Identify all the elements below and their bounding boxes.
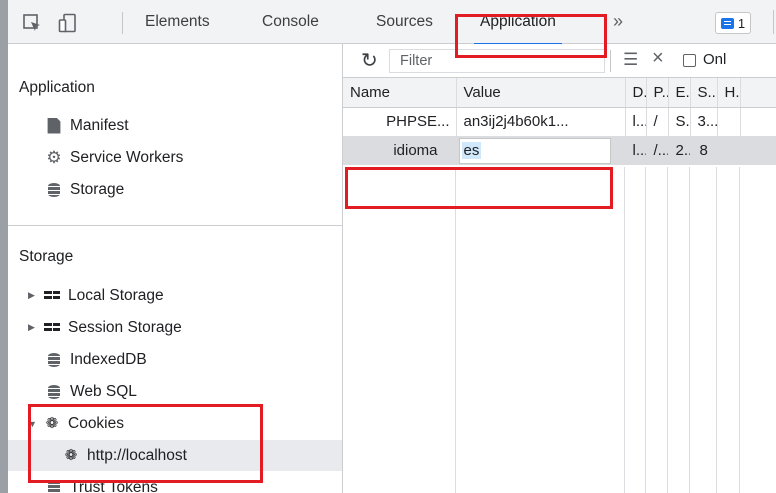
column-header-domain[interactable]: D. bbox=[625, 78, 647, 108]
cell-name[interactable]: PHPSE... bbox=[343, 107, 457, 136]
database-icon bbox=[46, 480, 62, 493]
cookies-toolbar: ↻ ☰ × Onl bbox=[343, 44, 776, 78]
sidebar-item-storage[interactable]: Storage bbox=[8, 174, 342, 205]
database-icon bbox=[46, 384, 62, 400]
database-icon bbox=[46, 352, 62, 368]
sidebar-section-application: Application bbox=[19, 79, 95, 96]
column-header-extra bbox=[740, 78, 776, 108]
window-edge bbox=[0, 0, 8, 493]
cell-expires[interactable]: S... bbox=[668, 107, 691, 136]
sidebar-item-cookies[interactable]: ▼ ❁ Cookies bbox=[8, 408, 342, 439]
cell-extra bbox=[740, 136, 776, 165]
cell-size[interactable]: 3... bbox=[690, 107, 718, 136]
cell-expires[interactable]: 2... bbox=[668, 136, 691, 165]
cell-extra bbox=[740, 107, 776, 136]
sidebar-item-session-storage[interactable]: ▶ Session Storage bbox=[8, 312, 342, 343]
table-row[interactable]: PHPSE... an3ij2j4b60k1... l... / S... 3.… bbox=[343, 107, 776, 136]
filter-input[interactable] bbox=[389, 49, 605, 73]
sidebar-item-label: Trust Tokens bbox=[70, 478, 158, 493]
issues-counter-button[interactable]: 1 bbox=[715, 12, 751, 34]
cell-size[interactable]: 8 bbox=[690, 136, 718, 165]
sidebar-item-label: http://localhost bbox=[87, 446, 187, 464]
document-icon bbox=[47, 117, 61, 134]
cell-path[interactable]: /... bbox=[646, 136, 669, 165]
sidebar-item-service-workers[interactable]: ⚙ Service Workers bbox=[8, 142, 342, 173]
column-header-httponly[interactable]: H. bbox=[717, 78, 741, 108]
grid-icon bbox=[44, 288, 60, 304]
delete-selected-icon[interactable]: × bbox=[652, 47, 664, 70]
clear-all-icon[interactable]: ☰ bbox=[623, 50, 638, 70]
sidebar-item-label: IndexedDB bbox=[70, 350, 147, 368]
cell-value-input[interactable]: es bbox=[459, 138, 610, 163]
sidebar-item-label: Cookies bbox=[68, 414, 124, 432]
cell-value[interactable]: an3ij2j4b60k1... bbox=[456, 107, 626, 136]
grid-icon bbox=[44, 320, 60, 336]
toolbar-separator bbox=[773, 10, 774, 34]
devtools-tab-bar: Elements Console Sources Application » 1 bbox=[8, 0, 776, 45]
cell-domain[interactable]: l... bbox=[625, 136, 647, 165]
device-toolbar-icon[interactable] bbox=[58, 13, 78, 33]
tab-elements[interactable]: Elements bbox=[145, 0, 210, 44]
sidebar-item-manifest[interactable]: Manifest bbox=[8, 110, 342, 141]
column-header-name[interactable]: Name bbox=[343, 78, 457, 108]
sidebar-divider bbox=[8, 225, 342, 226]
inspect-element-icon[interactable] bbox=[22, 13, 42, 33]
sidebar-item-web-sql[interactable]: Web SQL bbox=[8, 376, 342, 407]
column-header-expires[interactable]: E. bbox=[668, 78, 691, 108]
sidebar-item-trust-tokens[interactable]: Trust Tokens bbox=[8, 472, 342, 493]
sidebar-item-label: Service Workers bbox=[70, 148, 184, 166]
only-issues-label: Onl bbox=[703, 51, 727, 68]
sidebar-item-label: Session Storage bbox=[68, 318, 182, 336]
cell-httponly[interactable] bbox=[717, 136, 741, 165]
collapse-triangle-icon[interactable]: ▼ bbox=[28, 419, 38, 429]
only-issues-checkbox[interactable] bbox=[683, 54, 696, 67]
table-row-selected[interactable]: idioma es l... /... 2... 8 bbox=[343, 136, 776, 165]
more-tabs-chevron-icon[interactable]: » bbox=[613, 0, 623, 44]
column-header-value[interactable]: Value bbox=[456, 78, 626, 108]
issues-count: 1 bbox=[737, 15, 746, 31]
sidebar-item-indexeddb[interactable]: IndexedDB bbox=[8, 344, 342, 375]
cell-name[interactable]: idioma bbox=[343, 136, 457, 165]
issues-icon bbox=[720, 17, 734, 29]
sidebar-item-label: Manifest bbox=[70, 116, 129, 134]
cell-path[interactable]: / bbox=[646, 107, 669, 136]
expand-triangle-icon[interactable]: ▶ bbox=[28, 290, 38, 301]
gear-icon: ⚙ bbox=[46, 147, 62, 167]
tab-application[interactable]: Application bbox=[474, 0, 562, 45]
refresh-icon[interactable]: ↻ bbox=[361, 48, 378, 73]
column-header-size[interactable]: S.. bbox=[690, 78, 718, 108]
expand-triangle-icon[interactable]: ▶ bbox=[28, 322, 38, 333]
cell-value-text: es bbox=[461, 141, 482, 159]
sidebar-item-cookie-origin[interactable]: ❁ http://localhost bbox=[8, 440, 342, 471]
tab-console[interactable]: Console bbox=[262, 0, 319, 44]
cookies-panel: ↻ ☰ × Onl Name Value D. P.. E. S.. H. bbox=[343, 44, 776, 493]
sidebar-item-label: Local Storage bbox=[68, 286, 164, 304]
database-icon bbox=[46, 182, 62, 198]
cookie-icon: ❁ bbox=[45, 414, 59, 432]
table-header-row: Name Value D. P.. E. S.. H. bbox=[343, 78, 776, 108]
application-sidebar: Application Manifest ⚙ Service Workers S… bbox=[8, 44, 343, 493]
cell-httponly[interactable] bbox=[717, 107, 741, 136]
cell-domain[interactable]: l... bbox=[625, 107, 647, 136]
sidebar-item-local-storage[interactable]: ▶ Local Storage bbox=[8, 280, 342, 311]
sidebar-item-label: Storage bbox=[70, 180, 125, 198]
tab-sources[interactable]: Sources bbox=[376, 0, 433, 44]
table-grid-lines bbox=[343, 167, 776, 493]
sidebar-section-storage: Storage bbox=[19, 248, 74, 265]
toolbar-separator bbox=[610, 50, 611, 72]
toolbar-separator bbox=[122, 12, 123, 34]
cookies-table: Name Value D. P.. E. S.. H. PHPSE... an3… bbox=[343, 78, 776, 165]
cookie-icon: ❁ bbox=[64, 446, 78, 464]
cell-value-editing[interactable]: es bbox=[456, 136, 626, 165]
sidebar-item-label: Web SQL bbox=[70, 382, 137, 400]
column-header-path[interactable]: P.. bbox=[646, 78, 669, 108]
